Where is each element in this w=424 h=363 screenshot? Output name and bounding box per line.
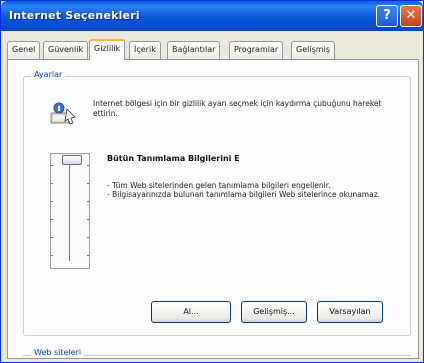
- privacy-level-line: - Bilgisayarınızda bulunan tanımlama bil…: [107, 190, 381, 199]
- tab-genel[interactable]: Genel: [7, 41, 41, 59]
- tab-gizlilik[interactable]: Gizlilik: [89, 39, 126, 60]
- tab-guvenlik[interactable]: Güvenlik: [43, 41, 89, 59]
- privacy-info-icon: [50, 102, 76, 125]
- tab-icerik[interactable]: İçerik: [129, 41, 161, 59]
- tab-gelismis[interactable]: Gelişmiş: [291, 41, 335, 59]
- tab-baglantilar[interactable]: Bağlantılar: [167, 41, 221, 59]
- privacy-intro-text: Internet bölgesi için bir gizlilik ayarı…: [93, 99, 382, 118]
- help-icon: ?: [383, 8, 391, 23]
- privacy-slider-ticks: [51, 161, 89, 261]
- internet-options-window: Internet Seçenekleri ? ✕ Genel Güvenlik …: [0, 0, 424, 363]
- import-button[interactable]: Al...: [151, 301, 231, 323]
- help-button[interactable]: ?: [376, 5, 398, 27]
- tab-strip: Genel Güvenlik Gizlilik İçerik Bağlantıl…: [7, 39, 419, 60]
- title-bar[interactable]: Internet Seçenekleri ? ✕: [1, 1, 423, 31]
- web-sites-group-legend: Web siteleri: [31, 348, 85, 357]
- tab-programlar[interactable]: Programlar: [229, 41, 284, 59]
- close-icon: ✕: [405, 8, 417, 23]
- advanced-button[interactable]: Gelişmiş...: [241, 301, 307, 323]
- privacy-level-line: - Tüm Web sitelerinden gelen tanımlama b…: [107, 181, 331, 190]
- window-title: Internet Seçenekleri: [9, 9, 140, 22]
- settings-group-legend: Ayarlar: [31, 70, 66, 79]
- default-button[interactable]: Varsayılan: [317, 301, 383, 323]
- privacy-level-title: Bütün Tanımlama Bilgilerini E: [107, 154, 240, 163]
- privacy-slider-thumb[interactable]: [62, 155, 82, 165]
- privacy-level-description: - Tüm Web sitelerinden gelen tanımlama b…: [107, 181, 397, 199]
- close-button[interactable]: ✕: [400, 5, 422, 27]
